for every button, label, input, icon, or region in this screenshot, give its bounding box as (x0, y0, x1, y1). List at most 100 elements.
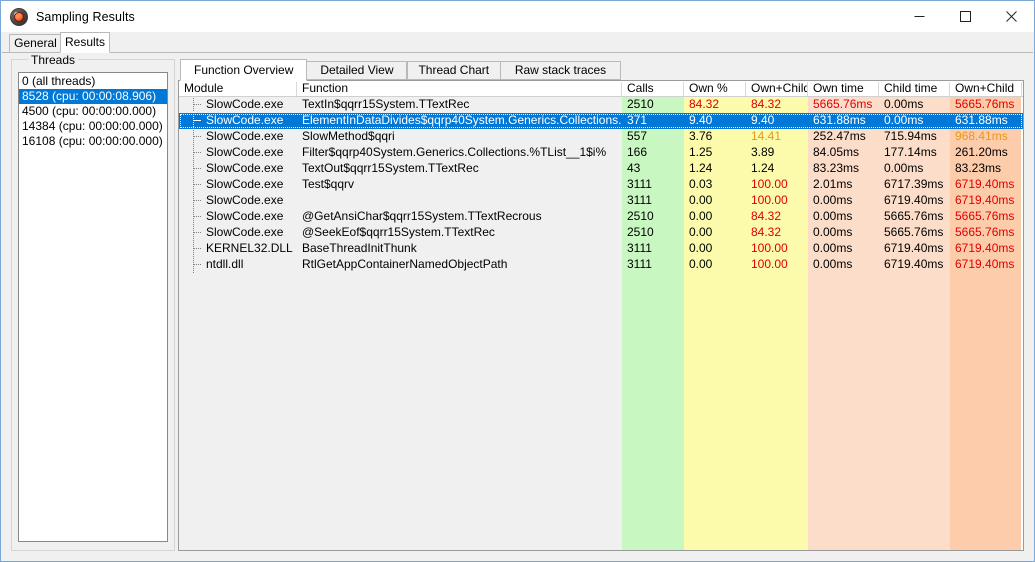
cell-child-time: 5665.76ms (884, 225, 944, 239)
table-row[interactable]: SlowCode.exe @GetAnsiChar$qqrr15System.TT… (179, 208, 1023, 226)
column-header-own-time[interactable]: Own time (808, 81, 879, 97)
close-button[interactable] (988, 1, 1034, 32)
cell-function: BaseThreadInitThunk (302, 241, 417, 255)
inner-tab-function-overview[interactable]: Function Overview (180, 59, 308, 81)
table-row[interactable]: SlowCode.exe TextIn$qqrr15System.TTextRec… (179, 96, 1023, 114)
cell-own-child: 5665.76ms (955, 225, 1015, 239)
table-row[interactable]: SlowCode.exe TextOut$qqrr15System.TTextRe… (179, 160, 1023, 178)
cell-own-child-pct: 100.00 (751, 241, 788, 255)
cell-function: TextOut$qqrr15System.TTextRec (302, 161, 479, 175)
grid-header-row[interactable]: ModuleFunctionCallsOwn %Own+Child %Own t… (179, 81, 1023, 97)
grid-rows[interactable]: SlowCode.exe TextIn$qqrr15System.TTextRec… (179, 96, 1023, 550)
thread-list-item[interactable]: 14384 (cpu: 00:00:00.000) (19, 119, 167, 134)
threads-groupbox: Threads 0 (all threads) 8528 (cpu: 00:00:… (11, 53, 175, 551)
cell-module: SlowCode.exe (206, 145, 284, 159)
cell-child-time: 0.00ms (884, 97, 924, 111)
table-row[interactable]: SlowCode.exe ElementInDataDivides$qqrp40S… (179, 112, 1023, 130)
tree-branch-icon[interactable] (186, 176, 202, 194)
cell-calls: 43 (627, 161, 641, 175)
table-row[interactable]: SlowCode.exe Filter$qqrp40System.Generics… (179, 144, 1023, 162)
function-overview-grid[interactable]: ModuleFunctionCallsOwn %Own+Child %Own t… (179, 81, 1023, 550)
cell-own-time: 0.00ms (813, 225, 853, 239)
cell-own-child-pct: 9.40 (751, 113, 775, 127)
cell-module: SlowCode.exe (206, 129, 284, 143)
function-overview-grid-wrapper: ModuleFunctionCallsOwn %Own+Child %Own t… (178, 80, 1024, 551)
column-header-own-pct[interactable]: Own % (684, 81, 746, 97)
tree-expanded-icon[interactable] (186, 112, 202, 130)
cell-calls: 3111 (627, 193, 652, 207)
cell-own-time: 631.88ms (813, 113, 866, 127)
column-header-own-child[interactable]: Own+Child (950, 81, 1022, 97)
table-row[interactable]: KERNEL32.DLL BaseThreadInitThunk 3111 0.00 1… (179, 240, 1023, 258)
column-header-function[interactable]: Function (297, 81, 622, 97)
cell-own-child: 6719.40ms (955, 241, 1015, 255)
tree-branch-icon[interactable] (186, 224, 202, 242)
table-row[interactable]: SlowCode.exe Test$qqrv 3111 0.03 100.00 2.01m… (179, 176, 1023, 194)
cell-calls: 2510 (627, 225, 654, 239)
inner-tab-detailed-view[interactable]: Detailed View (306, 61, 408, 80)
cell-child-time: 6719.40ms (884, 193, 944, 207)
application-icon (10, 7, 28, 26)
cell-module: SlowCode.exe (206, 209, 284, 223)
thread-list-item[interactable]: 8528 (cpu: 00:00:08.906) (19, 89, 167, 104)
cell-own-child: 968.41ms (955, 129, 1008, 143)
column-header-child-time[interactable]: Child time (879, 81, 950, 97)
cell-own-child-pct: 1.24 (751, 161, 775, 175)
cell-own-pct: 1.25 (689, 145, 713, 159)
cell-own-pct: 84.32 (689, 97, 720, 111)
inner-tab-thread-chart[interactable]: Thread Chart (406, 61, 502, 80)
cell-own-child-pct: 84.32 (751, 209, 782, 223)
thread-list-item[interactable]: 16108 (cpu: 00:00:00.000) (19, 134, 167, 149)
cell-calls: 3111 (627, 257, 652, 271)
cell-module: ntdll.dll (206, 257, 244, 271)
cell-own-pct: 0.00 (689, 209, 713, 223)
cell-own-child-pct: 100.00 (751, 257, 788, 271)
minimize-button[interactable] (896, 1, 942, 32)
sampling-results-window: Sampling Results General Results Threads… (0, 0, 1035, 562)
cell-own-child: 83.23ms (955, 161, 1002, 175)
tree-branch-icon[interactable] (186, 240, 202, 258)
cell-module: SlowCode.exe (206, 97, 284, 111)
tree-branch-icon[interactable] (186, 192, 202, 210)
maximize-button[interactable] (942, 1, 988, 32)
table-row[interactable]: ntdll.dll RtlGetAppContainerNamedObjectPa… (179, 256, 1023, 274)
cell-own-pct: 0.00 (689, 193, 713, 207)
thread-list-item[interactable]: 4500 (cpu: 00:00:00.000) (19, 104, 167, 119)
cell-own-child: 261.20ms (955, 145, 1008, 159)
table-row[interactable]: SlowCode.exe 3111 0.00 100.00 0.00ms 6719.40m… (179, 192, 1023, 210)
column-header-own-child-pct[interactable]: Own+Child % (746, 81, 808, 97)
tree-branch-icon[interactable] (186, 96, 202, 114)
cell-own-time: 0.00ms (813, 193, 853, 207)
column-header-module[interactable]: Module (179, 81, 297, 97)
tree-branch-icon[interactable] (186, 256, 202, 274)
inner-tab-raw-stack-traces[interactable]: Raw stack traces (500, 61, 621, 80)
table-row[interactable]: SlowCode.exe @SeekEof$qqrr15System.TTextR… (179, 224, 1023, 242)
outer-tab-strip: General Results (2, 32, 1033, 53)
cell-function: TextIn$qqrr15System.TTextRec (302, 97, 470, 111)
cell-own-child-pct: 100.00 (751, 193, 788, 207)
threads-list[interactable]: 0 (all threads) 8528 (cpu: 00:00:08.906) 4… (18, 72, 168, 542)
thread-list-item[interactable]: 0 (all threads) (19, 74, 167, 89)
title-bar: Sampling Results (1, 1, 1034, 32)
tree-branch-icon[interactable] (186, 160, 202, 178)
cell-own-pct: 1.24 (689, 161, 713, 175)
cell-calls: 2510 (627, 97, 654, 111)
cell-calls: 3111 (627, 241, 652, 255)
cell-child-time: 0.00ms (884, 161, 924, 175)
column-header-calls[interactable]: Calls (622, 81, 684, 97)
cell-own-pct: 9.40 (689, 113, 713, 127)
cell-own-child: 5665.76ms (955, 209, 1015, 223)
cell-own-child-pct: 100.00 (751, 177, 788, 191)
tab-general[interactable]: General (9, 34, 62, 53)
table-row[interactable]: SlowCode.exe SlowMethod$qqri 557 3.76 14.41 2… (179, 128, 1023, 146)
tree-branch-icon[interactable] (186, 128, 202, 146)
cell-own-time: 252.47ms (813, 129, 866, 143)
tree-branch-icon[interactable] (186, 208, 202, 226)
cell-function: Filter$qqrp40System.Generics.Collections… (302, 145, 607, 159)
cell-module: SlowCode.exe (206, 161, 284, 175)
tree-branch-icon[interactable] (186, 144, 202, 162)
cell-child-time: 5665.76ms (884, 209, 944, 223)
cell-child-time: 6719.40ms (884, 257, 944, 271)
tab-results[interactable]: Results (60, 32, 110, 53)
threads-legend: Threads (28, 53, 79, 67)
